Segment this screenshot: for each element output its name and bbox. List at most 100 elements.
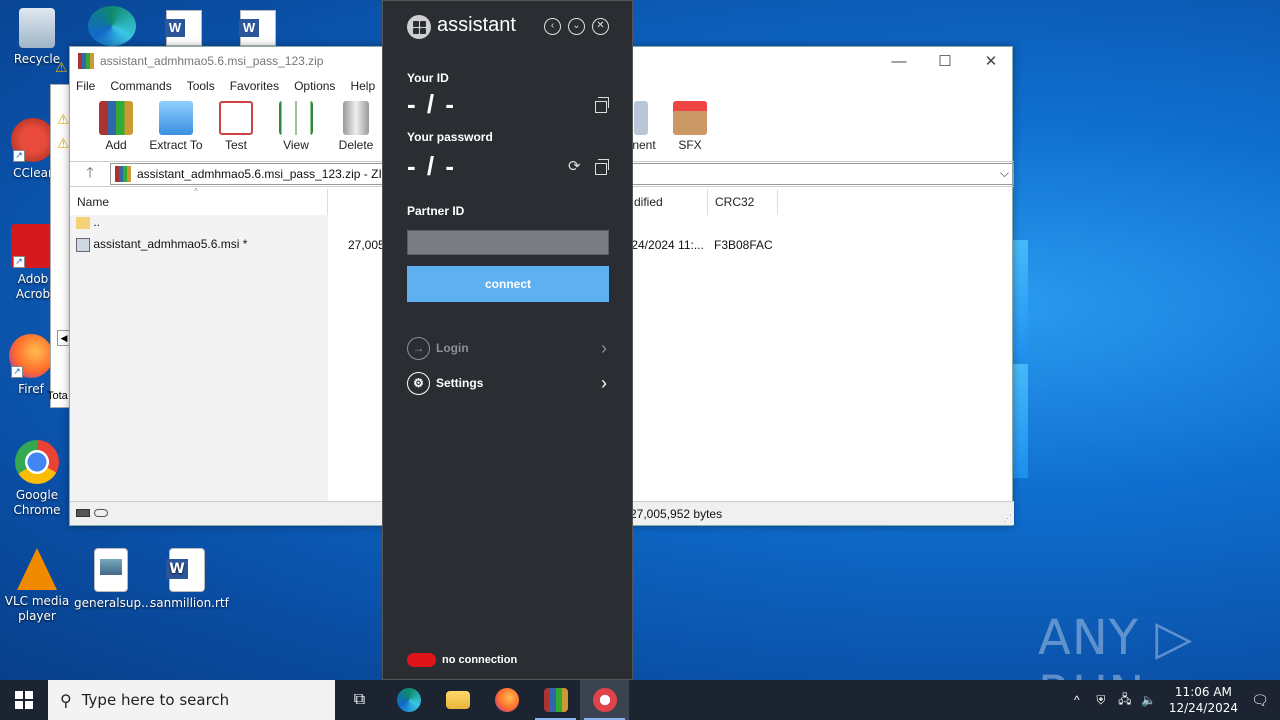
- firefox-icon: ↗: [9, 334, 53, 378]
- edge-desktop-icon[interactable]: [88, 6, 136, 46]
- your-id-label: Your ID: [407, 71, 449, 85]
- shortcut-arrow-icon: ↗: [13, 256, 25, 268]
- menu-favorites[interactable]: Favorites: [230, 79, 279, 93]
- chevron-down-icon[interactable]: ⌵: [1000, 166, 1009, 181]
- your-password-label: Your password: [407, 130, 493, 144]
- extract-to-button[interactable]: Extract To: [146, 97, 206, 155]
- column-header-name[interactable]: Name ^: [70, 187, 328, 215]
- settings-label: Settings: [436, 376, 484, 390]
- assistant-window[interactable]: assistant ‹ ⌄ ✕ Your ID - / - Your passw…: [382, 0, 633, 680]
- table-row[interactable]: assistant_admhmao5.6.msi *: [76, 237, 247, 252]
- column-header-size[interactable]: [328, 189, 384, 215]
- taskbar-winrar[interactable]: [531, 680, 580, 720]
- menu-help[interactable]: Help: [350, 79, 375, 93]
- taskbar-assistant[interactable]: [580, 680, 629, 720]
- word-desktop-icon[interactable]: W: [239, 10, 276, 46]
- login-label: Login: [436, 341, 469, 355]
- clock[interactable]: 11:06 AM 12/24/2024: [1169, 684, 1238, 716]
- vlc-icon: [17, 548, 57, 590]
- menu-tools[interactable]: Tools: [187, 79, 215, 93]
- file-modified: /24/2024 11:...: [628, 238, 704, 252]
- desktop-icon-generalsup[interactable]: generalsup...: [74, 548, 153, 611]
- add-button[interactable]: Add: [86, 97, 146, 155]
- desktop-icon-label: generalsup...: [74, 596, 153, 610]
- chevron-right-icon: ›: [601, 372, 607, 393]
- minimize-button[interactable]: —: [876, 47, 922, 75]
- desktop: Recycle ↗ CClear ↗ Adob Acrob ↗ Firef Go…: [0, 0, 1280, 680]
- winrar-icon: [543, 688, 568, 712]
- extract-to-label: Extract To: [149, 138, 203, 152]
- folder-icon: [159, 101, 193, 135]
- msi-file-icon: [76, 237, 90, 252]
- network-icon[interactable]: 🖧: [1113, 690, 1137, 711]
- view-button[interactable]: View: [266, 97, 326, 155]
- table-row[interactable]: ..: [76, 215, 100, 229]
- shortcut-arrow-icon: ↗: [13, 150, 25, 162]
- your-id-value: - / -: [407, 89, 456, 119]
- taskbar-file-explorer[interactable]: [433, 680, 482, 720]
- file-name: ..: [93, 215, 101, 229]
- taskbar-firefox[interactable]: [482, 680, 531, 720]
- sfx-button[interactable]: SFX: [660, 97, 720, 152]
- partner-id-input[interactable]: [407, 230, 609, 255]
- test-label: Test: [224, 138, 247, 152]
- copy-id-icon[interactable]: [595, 97, 609, 113]
- comment-label: nent: [632, 138, 656, 152]
- desktop-icon-label: VLC media player: [4, 594, 70, 623]
- close-button[interactable]: ✕: [592, 18, 609, 35]
- delete-button[interactable]: Delete: [326, 97, 386, 155]
- start-button[interactable]: [0, 680, 48, 720]
- view-label: View: [283, 138, 309, 152]
- back-button[interactable]: ‹: [544, 18, 561, 35]
- task-view-button[interactable]: ⧉: [335, 680, 384, 720]
- add-archive-icon: [99, 101, 133, 135]
- word-desktop-icon[interactable]: W: [165, 10, 202, 46]
- resize-grip-icon[interactable]: ⋰: [1003, 513, 1012, 524]
- chevron-right-icon: ›: [601, 337, 607, 358]
- column-header-modified[interactable]: dified: [634, 189, 708, 215]
- assistant-logo-icon: [407, 15, 431, 39]
- settings-menu-item[interactable]: ⚙ Settings ›: [407, 371, 609, 395]
- up-arrow-icon[interactable]: 🡑: [70, 162, 110, 186]
- add-label: Add: [105, 138, 127, 152]
- desktop-icon-vlc[interactable]: VLC media player: [0, 548, 74, 624]
- firefox-icon: [494, 688, 519, 712]
- login-menu-item[interactable]: → Login ›: [407, 336, 609, 360]
- taskbar-search[interactable]: ⚲ Type here to search: [48, 680, 335, 720]
- menu-options[interactable]: Options: [294, 79, 335, 93]
- folder-icon: [445, 691, 470, 709]
- search-placeholder: Type here to search: [81, 691, 230, 709]
- book-icon: [279, 101, 313, 135]
- maximize-button[interactable]: ☐: [922, 47, 968, 75]
- delete-label: Delete: [338, 138, 374, 152]
- refresh-password-icon[interactable]: ⟳: [568, 157, 581, 175]
- desktop-icon-label: Adob Acrob: [15, 272, 51, 301]
- sfx-icon: [673, 101, 707, 135]
- notifications-icon[interactable]: 🗨: [1248, 692, 1272, 709]
- column-header-crc32[interactable]: CRC32: [708, 189, 778, 215]
- clipboard-check-icon: [219, 101, 253, 135]
- volume-icon[interactable]: 🔈: [1137, 693, 1161, 707]
- archive-icon: [115, 166, 131, 182]
- status-text: no connection: [442, 654, 518, 666]
- menu-commands[interactable]: Commands: [110, 79, 171, 93]
- minimize-button[interactable]: ⌄: [568, 18, 585, 35]
- taskbar: ⚲ Type here to search ⧉ ^ ⛨ 🖧 🔈 11:06 AM…: [0, 680, 1280, 720]
- column-name-label: Name: [77, 195, 110, 209]
- comment-icon: [634, 101, 648, 135]
- chevron-up-icon[interactable]: ^: [1065, 693, 1089, 707]
- taskbar-edge[interactable]: [384, 680, 433, 720]
- status-size: 27,005,952 bytes: [630, 507, 723, 521]
- test-button[interactable]: Test: [206, 97, 266, 155]
- connect-button[interactable]: connect: [407, 266, 609, 302]
- defender-icon[interactable]: ⛨: [1089, 693, 1113, 708]
- file-name: assistant_admhmao5.6.msi *: [93, 237, 248, 251]
- file-crc32: F3B08FAC: [714, 238, 773, 252]
- menu-file[interactable]: File: [76, 79, 95, 93]
- desktop-icon-sanmillion[interactable]: W sanmillion.rtf: [150, 548, 229, 611]
- desktop-icon-google-chrome[interactable]: Google Chrome: [0, 440, 74, 518]
- close-button[interactable]: ✕: [968, 47, 1014, 75]
- name-column-background: [70, 215, 328, 501]
- sort-indicator-icon: ^: [194, 187, 198, 196]
- copy-password-icon[interactable]: [595, 159, 609, 175]
